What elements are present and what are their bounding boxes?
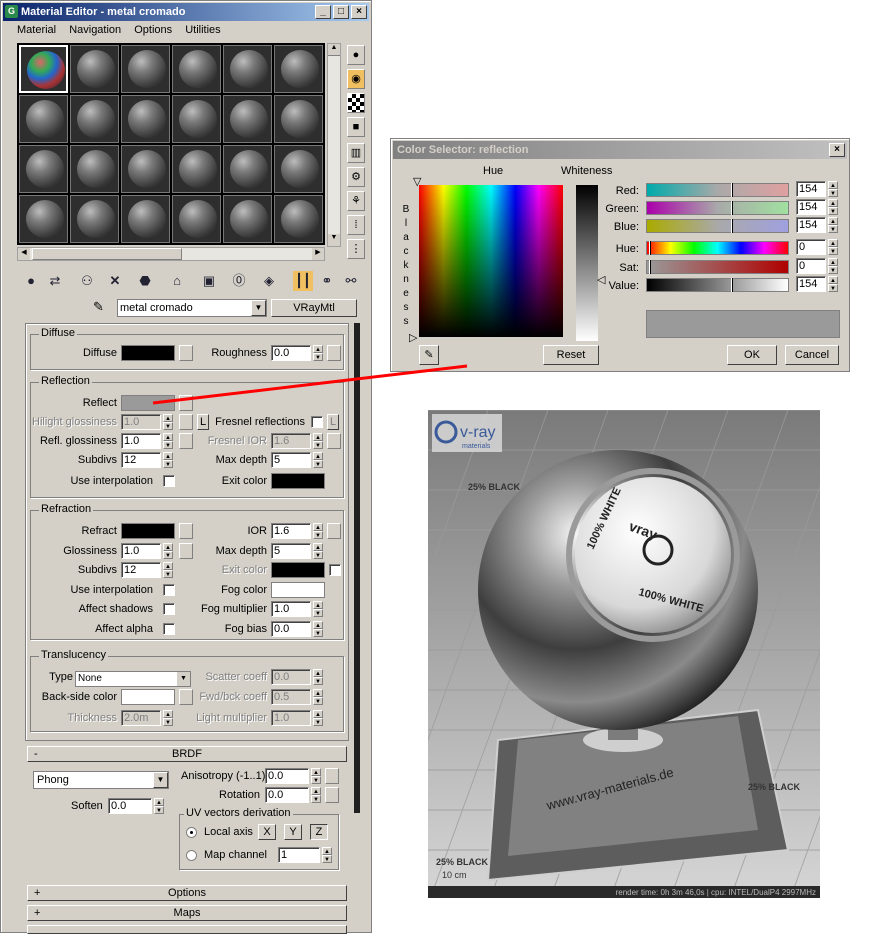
floor-sub-label: 10 cm	[442, 870, 467, 880]
render-preview: vray 100% WHITE 100% WHITE www.vray-mate…	[428, 410, 820, 898]
render-image: vray 100% WHITE 100% WHITE www.vray-mate…	[428, 410, 820, 898]
floor-label: 25% BLACK	[748, 782, 801, 792]
floor-label: 25% BLACK	[436, 857, 489, 867]
floor-label: 25% BLACK	[468, 482, 521, 492]
vray-logo-text: v-ray	[460, 424, 496, 441]
vray-logo-subtext: materials	[462, 443, 491, 450]
render-status-text: render time: 0h 3m 46,0s | cpu: INTEL/Du…	[616, 888, 816, 897]
